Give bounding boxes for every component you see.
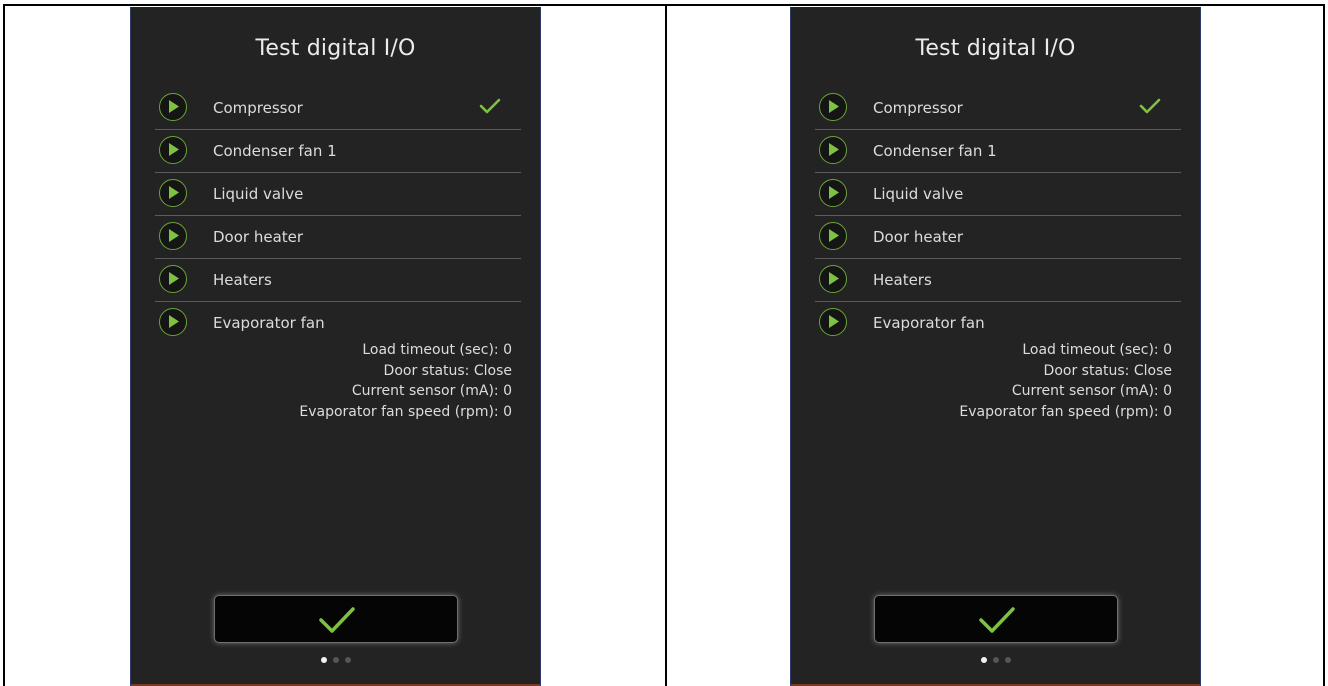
confirm-button[interactable] bbox=[874, 595, 1118, 643]
page-dot[interactable] bbox=[332, 657, 339, 663]
confirm-button[interactable] bbox=[214, 595, 458, 643]
io-item-compressor[interactable]: Compressor bbox=[815, 87, 1181, 130]
page-dot[interactable] bbox=[344, 657, 351, 663]
io-item-label: Heaters bbox=[873, 271, 932, 289]
io-item-label: Liquid valve bbox=[873, 185, 964, 203]
io-list: Compressor Condenser fan 1 Liquid valve … bbox=[155, 87, 521, 344]
io-list: Compressor Condenser fan 1 Liquid valve … bbox=[815, 87, 1181, 344]
play-icon[interactable] bbox=[159, 265, 187, 293]
page-indicator bbox=[131, 657, 540, 663]
page-dot-active[interactable] bbox=[320, 657, 327, 663]
page-dot-active[interactable] bbox=[980, 657, 987, 663]
io-item-evaporator-fan[interactable]: Evaporator fan bbox=[815, 302, 1181, 344]
device-screen-right: Test digital I/O Compressor Condenser fa… bbox=[790, 7, 1201, 686]
checkmark-icon bbox=[979, 607, 1015, 633]
io-item-label: Heaters bbox=[213, 271, 272, 289]
column-divider bbox=[665, 6, 667, 686]
page-dot[interactable] bbox=[992, 657, 999, 663]
page-indicator bbox=[791, 657, 1200, 663]
io-item-label: Evaporator fan bbox=[873, 314, 985, 332]
io-item-label: Evaporator fan bbox=[213, 314, 325, 332]
io-item-condenser-fan-1[interactable]: Condenser fan 1 bbox=[815, 130, 1181, 173]
current-sensor-text: Current sensor (mA): 0 bbox=[351, 383, 512, 399]
checkmark-icon bbox=[1139, 97, 1161, 119]
play-icon[interactable] bbox=[819, 222, 847, 250]
play-icon[interactable] bbox=[159, 179, 187, 207]
io-item-liquid-valve[interactable]: Liquid valve bbox=[815, 173, 1181, 216]
io-item-label: Compressor bbox=[873, 99, 963, 117]
play-icon[interactable] bbox=[819, 308, 847, 336]
current-sensor-text: Current sensor (mA): 0 bbox=[1011, 383, 1172, 399]
load-timeout-text: Load timeout (sec): 0 bbox=[1022, 342, 1172, 358]
play-icon[interactable] bbox=[159, 308, 187, 336]
status-info: Load timeout (sec): 0 Door status: Close… bbox=[299, 340, 512, 422]
checkmark-icon bbox=[319, 607, 355, 633]
device-screen-left: Test digital I/O Compressor Condenser fa… bbox=[130, 7, 541, 686]
load-timeout-text: Load timeout (sec): 0 bbox=[362, 342, 512, 358]
io-item-label: Condenser fan 1 bbox=[213, 142, 337, 160]
page-title: Test digital I/O bbox=[255, 36, 416, 61]
play-icon[interactable] bbox=[159, 93, 187, 121]
io-item-evaporator-fan[interactable]: Evaporator fan bbox=[155, 302, 521, 344]
play-icon[interactable] bbox=[819, 179, 847, 207]
io-item-liquid-valve[interactable]: Liquid valve bbox=[155, 173, 521, 216]
io-item-door-heater[interactable]: Door heater bbox=[815, 216, 1181, 259]
status-info: Load timeout (sec): 0 Door status: Close… bbox=[959, 340, 1172, 422]
play-icon[interactable] bbox=[819, 265, 847, 293]
io-item-heaters[interactable]: Heaters bbox=[155, 259, 521, 302]
play-icon[interactable] bbox=[819, 93, 847, 121]
io-item-door-heater[interactable]: Door heater bbox=[155, 216, 521, 259]
io-item-label: Compressor bbox=[213, 99, 303, 117]
io-item-label: Liquid valve bbox=[213, 185, 304, 203]
io-item-condenser-fan-1[interactable]: Condenser fan 1 bbox=[155, 130, 521, 173]
play-icon[interactable] bbox=[159, 222, 187, 250]
page-dot[interactable] bbox=[1004, 657, 1011, 663]
play-icon[interactable] bbox=[819, 136, 847, 164]
evap-fan-speed-text: Evaporator fan speed (rpm): 0 bbox=[959, 403, 1172, 420]
page-title: Test digital I/O bbox=[915, 36, 1076, 61]
door-status-text: Door status: Close bbox=[383, 362, 512, 379]
io-item-label: Door heater bbox=[213, 228, 304, 246]
play-icon[interactable] bbox=[159, 136, 187, 164]
door-status-text: Door status: Close bbox=[1043, 362, 1172, 379]
io-item-heaters[interactable]: Heaters bbox=[815, 259, 1181, 302]
checkmark-icon bbox=[479, 97, 501, 119]
evap-fan-speed-text: Evaporator fan speed (rpm): 0 bbox=[299, 403, 512, 420]
io-item-label: Door heater bbox=[873, 228, 964, 246]
io-item-compressor[interactable]: Compressor bbox=[155, 87, 521, 130]
io-item-label: Condenser fan 1 bbox=[873, 142, 997, 160]
